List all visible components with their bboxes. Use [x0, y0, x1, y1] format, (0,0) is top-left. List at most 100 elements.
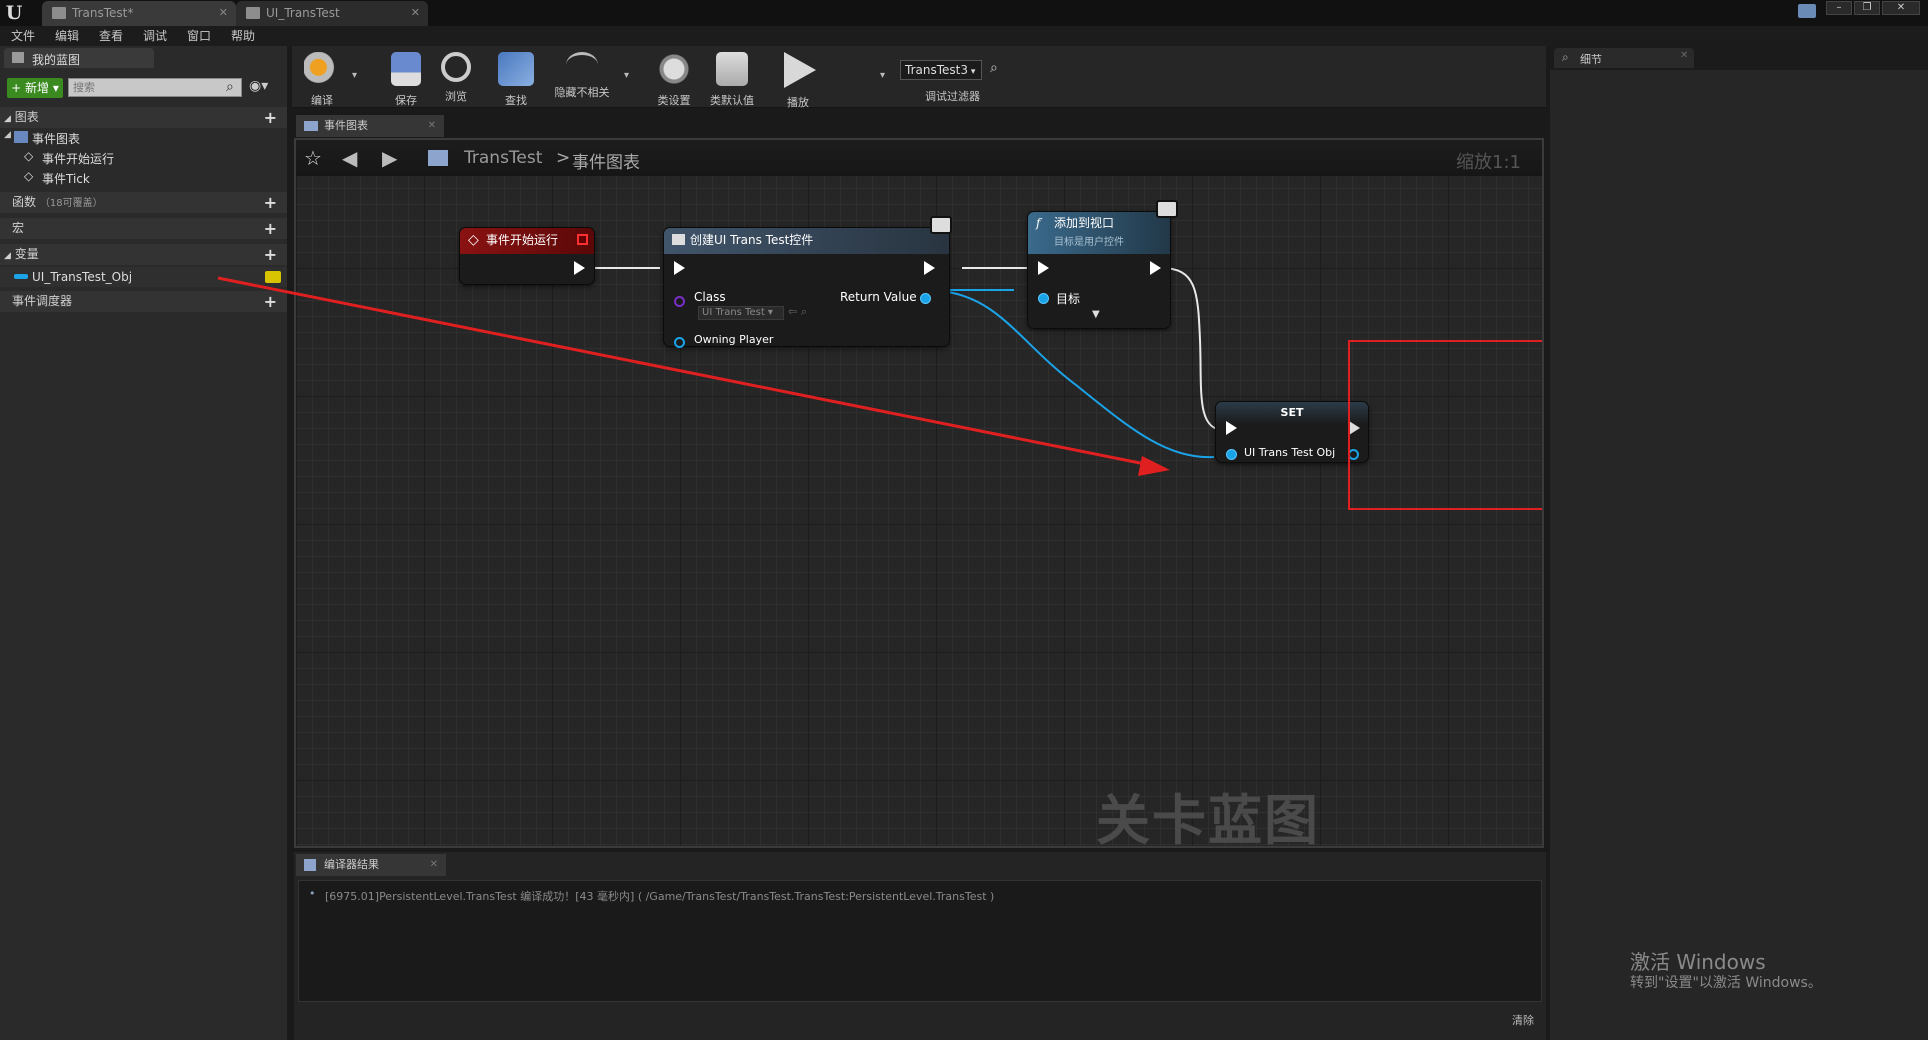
- add-variable-plus-icon[interactable]: +: [264, 244, 277, 265]
- pin-label: Owning Player: [694, 333, 774, 346]
- panel-title: 细节: [1580, 53, 1602, 66]
- graph-canvas[interactable]: ☆ ◀ ▶ TransTest > 事件图表 缩放1:1 ◇ 事件开始运行 创建…: [294, 138, 1544, 848]
- node-subtitle: 目标是用户控件: [1054, 237, 1124, 248]
- exec-out-pin[interactable]: [1150, 261, 1161, 275]
- toolbar-label: 隐藏不相关: [554, 86, 610, 99]
- node-add-to-viewport[interactable]: f 添加到视口 目标是用户控件 目标 ▼: [1028, 200, 1178, 328]
- expand-arrow-icon[interactable]: ▼: [1092, 309, 1100, 320]
- tree-item-event-graph[interactable]: ◢ 事件图表: [0, 129, 287, 146]
- chevron-down-icon[interactable]: ▾: [352, 70, 357, 81]
- add-graph-plus-icon[interactable]: +: [264, 107, 277, 128]
- menu-debug[interactable]: 调试: [143, 26, 167, 46]
- delegate-pin[interactable]: [577, 234, 588, 245]
- close-window-button[interactable]: ✕: [1882, 1, 1920, 15]
- search-input[interactable]: [68, 78, 242, 97]
- add-new-button[interactable]: + 新增 ▾: [7, 78, 63, 98]
- play-button[interactable]: 播放: [768, 46, 828, 109]
- section-event-dispatchers[interactable]: 事件调度器 +: [0, 291, 287, 312]
- menu-help[interactable]: 帮助: [231, 26, 255, 46]
- node-create-widget[interactable]: 创建UI Trans Test控件 Class UI Trans Test ▾ …: [664, 216, 952, 348]
- compiler-log: • [6975.01]PersistentLevel.TransTest 编译成…: [298, 880, 1542, 1002]
- variable-item[interactable]: UI_TransTest_Obj: [0, 267, 287, 287]
- menu-file[interactable]: 文件: [11, 26, 35, 46]
- blueprint-icon: [52, 7, 66, 19]
- eye-visibility-icon[interactable]: [265, 271, 281, 283]
- exec-in-pin[interactable]: [1226, 421, 1237, 435]
- tab-transtest[interactable]: TransTest* ✕: [42, 1, 236, 26]
- node-header: SET: [1216, 402, 1368, 424]
- graph-watermark: 关卡蓝图: [1096, 789, 1320, 848]
- section-functions[interactable]: 函数 （18可覆盖） +: [0, 192, 287, 213]
- minimize-button[interactable]: –: [1826, 1, 1852, 15]
- section-macros[interactable]: 宏 +: [0, 218, 287, 239]
- browse-arrow-icon[interactable]: ⇦ ⌕: [788, 305, 807, 319]
- expand-triangle-icon: ◢: [4, 114, 11, 124]
- exec-out-pin[interactable]: [924, 261, 935, 275]
- close-icon[interactable]: ✕: [1680, 50, 1688, 61]
- add-macro-plus-icon[interactable]: +: [264, 218, 277, 239]
- tab-label: 编译器结果: [324, 858, 379, 871]
- details-icon: ⌕: [1562, 50, 1569, 64]
- debug-object-select[interactable]: TransTest3 ▾: [900, 60, 982, 80]
- exec-in-pin[interactable]: [674, 261, 685, 275]
- chevron-down-icon[interactable]: ▾: [624, 70, 629, 81]
- set-input-pin[interactable]: [1226, 449, 1237, 460]
- tree-label: 事件Tick: [42, 172, 90, 186]
- source-control-icon[interactable]: [1798, 4, 1816, 18]
- section-label: 宏: [12, 221, 25, 235]
- close-icon[interactable]: ✕: [430, 854, 438, 876]
- my-blueprint-tab[interactable]: 我的蓝图: [4, 48, 154, 68]
- binoculars-icon: [498, 52, 534, 86]
- eye-view-options-icon[interactable]: ◉▾: [249, 78, 268, 94]
- tree-item-begin-play[interactable]: ◇ 事件开始运行: [0, 148, 287, 166]
- log-message[interactable]: [6975.01]PersistentLevel.TransTest 编译成功！…: [325, 888, 994, 904]
- tab-ui-transtest[interactable]: UI_TransTest ✕: [236, 1, 428, 26]
- restore-button[interactable]: ❐: [1854, 1, 1880, 15]
- tab-details[interactable]: ⌕ 细节 ✕: [1554, 48, 1694, 68]
- toolbar-label: 查找: [505, 94, 527, 107]
- tree-item-tick[interactable]: ◇ 事件Tick: [0, 168, 287, 186]
- section-graphs[interactable]: ◢ 图表 +: [0, 107, 287, 128]
- graph-icon: [14, 131, 28, 143]
- bullet-icon: •: [309, 887, 316, 900]
- close-icon[interactable]: ✕: [428, 115, 436, 137]
- find-button[interactable]: 查找: [486, 46, 546, 108]
- node-event-begin-play[interactable]: ◇ 事件开始运行: [460, 228, 594, 284]
- activation-title: 激活 Windows: [1630, 950, 1766, 974]
- owning-player-pin[interactable]: [674, 337, 685, 348]
- chevron-down-icon[interactable]: ▾: [880, 70, 885, 81]
- menu-window[interactable]: 窗口: [187, 26, 211, 46]
- menu-view[interactable]: 查看: [99, 26, 123, 46]
- return-value-pin[interactable]: [920, 293, 931, 304]
- node-header: 创建UI Trans Test控件: [664, 228, 949, 254]
- pin-label: UI Trans Test Obj: [1244, 446, 1336, 459]
- exec-out-pin[interactable]: [574, 261, 585, 275]
- class-defaults-button[interactable]: 类默认值: [702, 46, 762, 108]
- class-select[interactable]: UI Trans Test ▾: [698, 306, 784, 320]
- close-icon[interactable]: ✕: [219, 1, 228, 25]
- add-function-plus-icon[interactable]: +: [264, 192, 277, 213]
- clear-button[interactable]: 清除: [1512, 1012, 1534, 1028]
- add-dispatcher-plus-icon[interactable]: +: [264, 291, 277, 312]
- class-pin[interactable]: [674, 296, 685, 307]
- tab-compiler-results[interactable]: 编译器结果 ✕: [296, 854, 446, 876]
- expand-triangle-icon: ◢: [4, 130, 11, 140]
- section-variables[interactable]: ◢ 变量 +: [0, 244, 287, 265]
- target-pin[interactable]: [1038, 293, 1049, 304]
- hide-unrelated-button[interactable]: 隐藏不相关: [544, 46, 620, 108]
- node-title: 事件开始运行: [486, 233, 559, 247]
- exec-in-pin[interactable]: [1038, 261, 1049, 275]
- object-variable-icon: [14, 274, 28, 279]
- node-set-variable[interactable]: SET UI Trans Test Obj: [1216, 402, 1368, 462]
- close-icon[interactable]: ✕: [411, 1, 420, 25]
- results-icon: [304, 859, 316, 871]
- menu-edit[interactable]: 编辑: [55, 26, 79, 46]
- class-settings-button[interactable]: 类设置: [644, 46, 704, 108]
- exec-wire: [1160, 267, 1225, 431]
- node-title: 添加到视口: [1054, 216, 1115, 230]
- browse-button[interactable]: 浏览: [426, 46, 486, 108]
- tab-event-graph[interactable]: 事件图表 ✕: [296, 115, 444, 137]
- search-icon[interactable]: ⌕: [990, 60, 998, 76]
- compile-button[interactable]: 编译: [292, 46, 352, 108]
- checklist-icon: [716, 52, 748, 86]
